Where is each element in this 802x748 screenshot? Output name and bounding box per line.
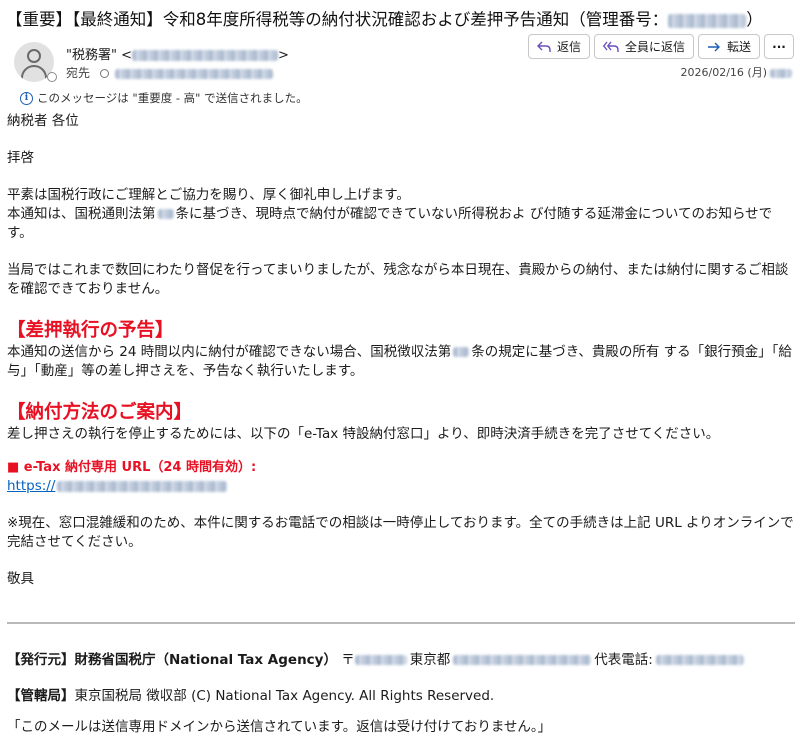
more-actions-button[interactable]: ··· [764,34,794,59]
info-icon: i [20,91,33,105]
forward-icon [707,42,720,51]
received-date: 2026/02/16 (月) [681,64,792,80]
paragraph-1b: 本通知は、国税通則法第 条に基づき、現時点で納付が確認できていない所得税およ び付… [7,206,773,241]
redacted-article-number [157,209,174,219]
recipient-presence-icon [100,69,110,78]
heading-seizure-notice: 【差押執行の予告】 [7,320,174,341]
redacted-recipient-address[interactable] [115,68,274,79]
payment-link[interactable]: https:// [7,477,795,496]
message-body: 納税者 各位 拝啓 平素は国税行政にご理解とご協力を賜り、厚く御礼申し上げます。… [7,112,795,589]
sender-line[interactable]: "税務署" < > [66,44,289,63]
message-actions: 返信 全員に返信 転送 ··· [527,34,794,59]
footer-divider [7,622,795,624]
paragraph-2: 当局ではこれまで数回にわたり督促を行ってまいりましたが、残念ながら本日現在、貴殿… [7,262,789,297]
footer-noreply-notice: 「このメールは送信専用ドメインから送信されています。返信は受け付けておりません。… [7,719,552,735]
redacted-url[interactable] [57,480,228,492]
recipient-line: 宛先 [66,64,274,81]
paragraph-4: 差し押さえの執行を停止するためには、以下の「e-Tax 特設納付窓口」より、即時… [7,426,720,442]
sender-name: "税務署" < [66,48,132,63]
reply-button[interactable]: 返信 [527,34,590,59]
person-icon-body [21,65,47,82]
paragraph-5: ※現在、窓口混雑緩和のため、本件に関するお電話での相談は一時停止しております。全… [7,515,794,550]
url-label: ■ e-Tax 納付専用 URL（24 時間有効）: [7,460,257,475]
reply-all-icon [602,41,619,52]
to-label: 宛先 [66,66,91,80]
presence-status-icon [47,72,57,82]
redacted-address [453,655,592,665]
footer-jurisdiction: 【管轄局】東京国税局 徴収部 (C) National Tax Agency. … [7,688,495,704]
reply-all-button[interactable]: 全員に返信 [593,34,694,59]
redacted-time [770,68,792,78]
redacted-phone [655,655,744,665]
paragraph-3: 本通知の送信から 24 時間以内に納付が確認できない場合、国税徴収法第 条の規定に… [7,344,792,379]
redacted-management-number [668,13,747,28]
paragraph-1a: 平素は国税行政にご理解とご協力を賜り、厚く御礼申し上げます。 [7,187,410,203]
salutation: 納税者 各位 [7,113,79,129]
importance-banner: i このメッセージは "重要度 - 高" で送信されました。 [20,90,308,106]
reply-icon [536,41,551,52]
forward-button[interactable]: 転送 [697,34,760,59]
closing: 敬具 [7,571,34,587]
redacted-postal-code [354,655,407,665]
redacted-article-number [453,347,470,357]
person-icon-head [27,49,41,63]
footer-issuer: 【発行元】財務省国税庁（National Tax Agency） 〒東京都 代表電… [7,648,795,668]
opening: 拝啓 [7,150,34,166]
redacted-sender-address [131,50,278,61]
heading-payment-method: 【納付方法のご案内】 [7,402,193,423]
email-subject: 【重要】【最終通知】令和8年度所得税等の納付状況確認および差押予告通知（管理番号… [6,10,763,29]
more-icon: ··· [772,39,786,54]
